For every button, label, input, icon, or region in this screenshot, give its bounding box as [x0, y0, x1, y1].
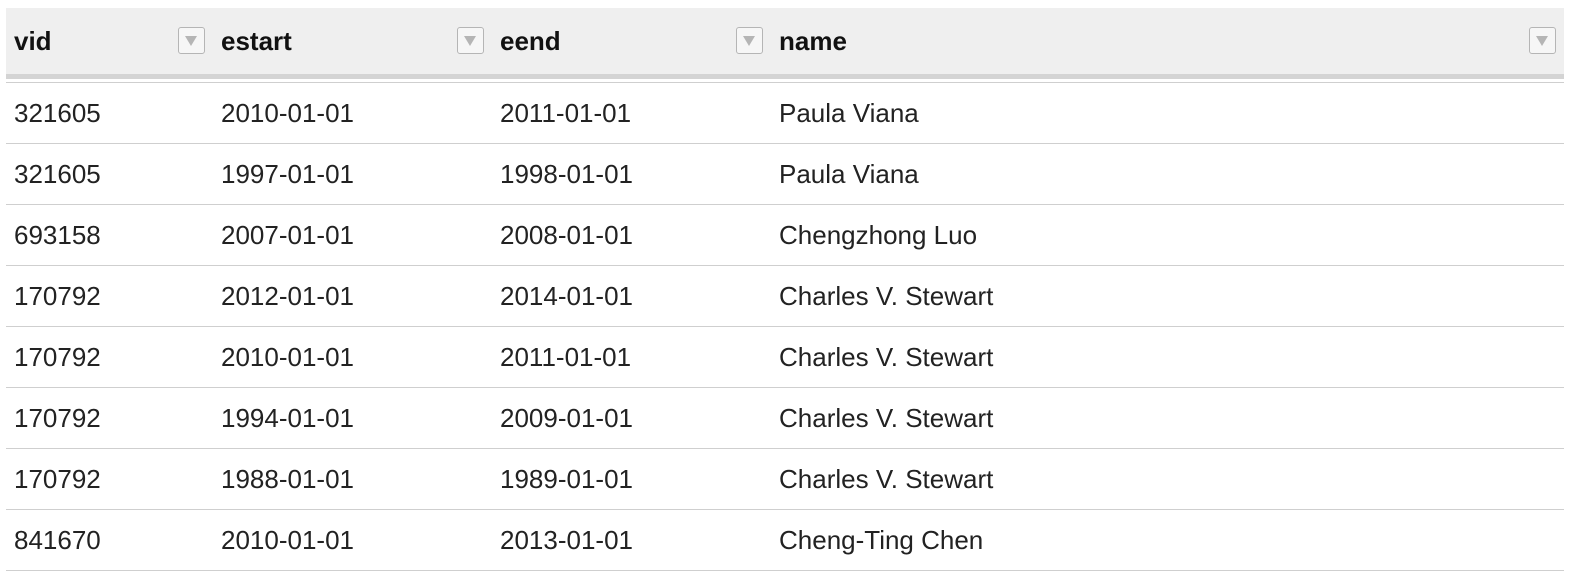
filter-dropdown-button[interactable]	[1529, 27, 1556, 54]
column-header-label: eend	[500, 26, 561, 56]
table-body: 321605 2010-01-01 2011-01-01 Paula Viana…	[6, 76, 1564, 571]
column-header-vid[interactable]: vid	[6, 8, 213, 79]
cell-eend: 2008-01-01	[492, 204, 771, 266]
column-header-eend[interactable]: eend	[492, 8, 771, 79]
table-row[interactable]: 841670 2010-01-01 2013-01-01 Cheng-Ting …	[6, 509, 1564, 571]
filter-dropdown-button[interactable]	[178, 27, 205, 54]
filter-dropdown-button[interactable]	[736, 27, 763, 54]
cell-eend: 2013-01-01	[492, 509, 771, 571]
cell-vid: 321605	[6, 143, 213, 205]
cell-eend: 1998-01-01	[492, 143, 771, 205]
cell-name: Cheng-Ting Chen	[771, 509, 1564, 571]
cell-eend: 2014-01-01	[492, 265, 771, 327]
cell-estart: 2010-01-01	[213, 509, 492, 571]
cell-estart: 2010-01-01	[213, 82, 492, 144]
cell-estart: 2012-01-01	[213, 265, 492, 327]
cell-vid: 841670	[6, 509, 213, 571]
cell-name: Paula Viana	[771, 143, 1564, 205]
table-row[interactable]: 170792 2012-01-01 2014-01-01 Charles V. …	[6, 265, 1564, 327]
cell-eend: 2009-01-01	[492, 387, 771, 449]
triangle-down-icon	[1536, 36, 1548, 46]
cell-estart: 2007-01-01	[213, 204, 492, 266]
cell-eend: 2011-01-01	[492, 82, 771, 144]
cell-name: Charles V. Stewart	[771, 326, 1564, 388]
table-row[interactable]: 170792 2010-01-01 2011-01-01 Charles V. …	[6, 326, 1564, 388]
column-header-label: vid	[14, 26, 52, 56]
cell-vid: 170792	[6, 448, 213, 510]
cell-name: Paula Viana	[771, 82, 1564, 144]
filter-dropdown-button[interactable]	[457, 27, 484, 54]
cell-eend: 1989-01-01	[492, 448, 771, 510]
cell-name: Charles V. Stewart	[771, 448, 1564, 510]
cell-vid: 170792	[6, 387, 213, 449]
cell-estart: 1994-01-01	[213, 387, 492, 449]
cell-name: Charles V. Stewart	[771, 387, 1564, 449]
column-header-estart[interactable]: estart	[213, 8, 492, 79]
column-header-label: estart	[221, 26, 292, 56]
cell-estart: 1997-01-01	[213, 143, 492, 205]
cell-estart: 2010-01-01	[213, 326, 492, 388]
triangle-down-icon	[743, 36, 755, 46]
column-header-label: name	[779, 26, 847, 56]
cell-vid: 321605	[6, 82, 213, 144]
table-header: vid estart eend name	[6, 8, 1564, 79]
column-header-name[interactable]: name	[771, 8, 1564, 79]
cell-vid: 693158	[6, 204, 213, 266]
table-row[interactable]: 321605 2010-01-01 2011-01-01 Paula Viana	[6, 82, 1564, 144]
cell-vid: 170792	[6, 265, 213, 327]
table-row[interactable]: 170792 1994-01-01 2009-01-01 Charles V. …	[6, 387, 1564, 449]
cell-name: Charles V. Stewart	[771, 265, 1564, 327]
table-row[interactable]: 170792 1988-01-01 1989-01-01 Charles V. …	[6, 448, 1564, 510]
cell-eend: 2011-01-01	[492, 326, 771, 388]
cell-estart: 1988-01-01	[213, 448, 492, 510]
table-row[interactable]: 693158 2007-01-01 2008-01-01 Chengzhong …	[6, 204, 1564, 266]
triangle-down-icon	[464, 36, 476, 46]
data-table: vid estart eend name 321605 2010-01-01 2…	[6, 8, 1564, 571]
header-row: vid estart eend name	[6, 8, 1564, 79]
triangle-down-icon	[185, 36, 197, 46]
table-row[interactable]: 321605 1997-01-01 1998-01-01 Paula Viana	[6, 143, 1564, 205]
cell-vid: 170792	[6, 326, 213, 388]
cell-name: Chengzhong Luo	[771, 204, 1564, 266]
data-table-container: vid estart eend name 321605 2010-01-01 2…	[6, 8, 1564, 571]
